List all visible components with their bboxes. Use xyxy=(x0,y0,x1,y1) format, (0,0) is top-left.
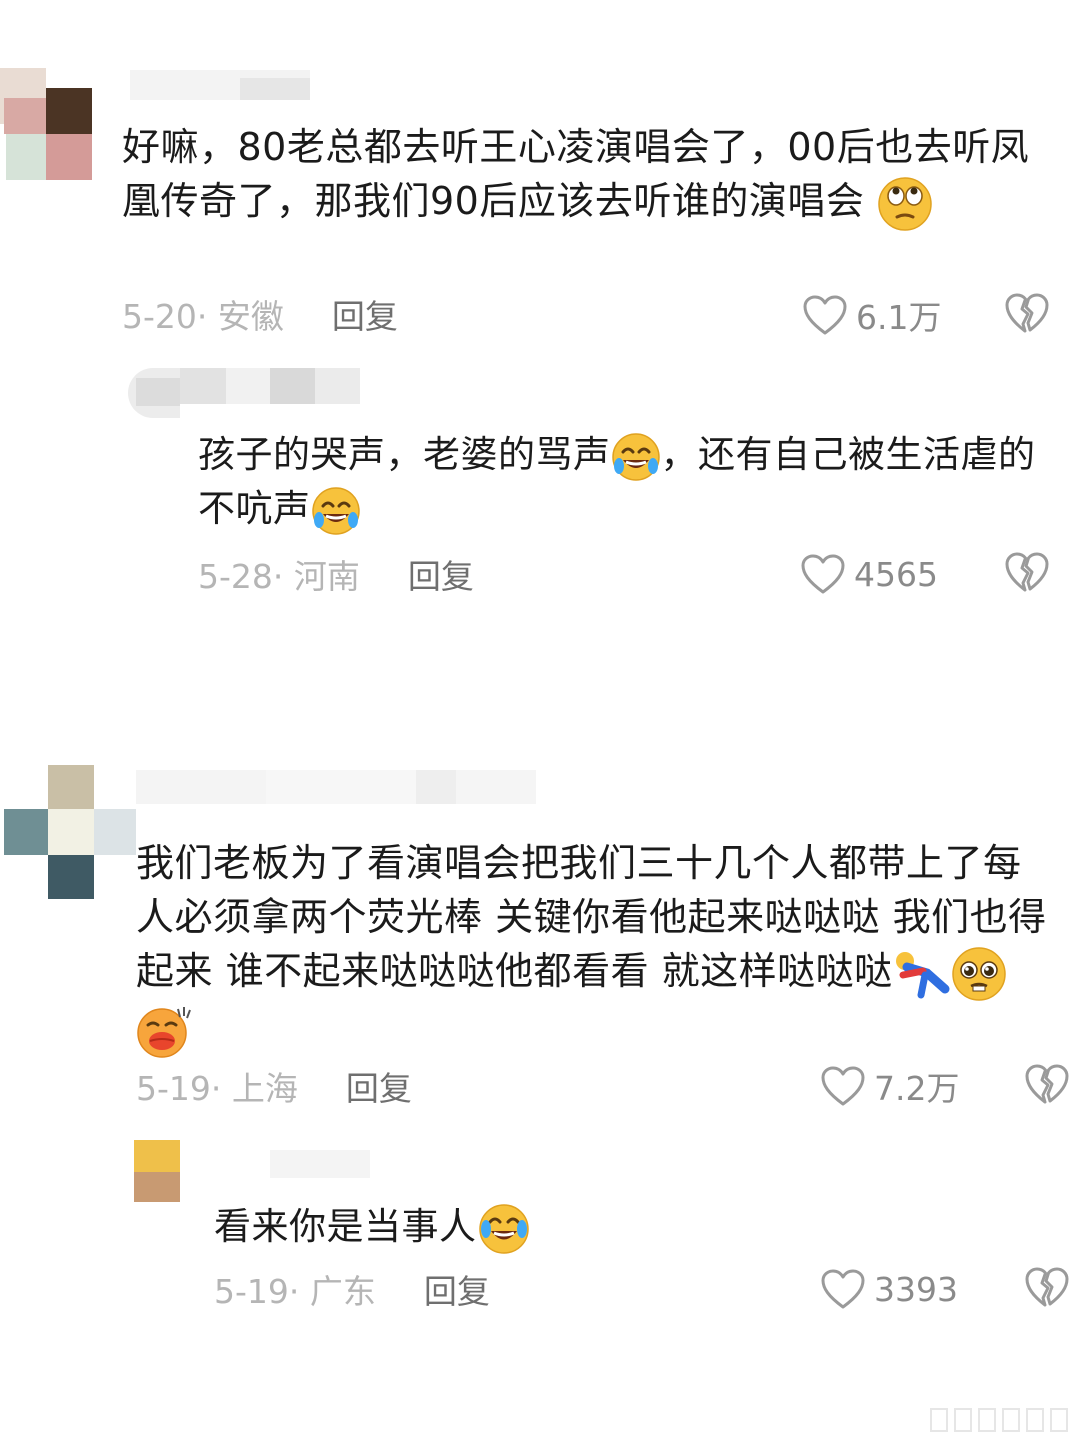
reply-button[interactable]: 回复 xyxy=(346,1062,412,1110)
dislike-button[interactable] xyxy=(1004,551,1050,597)
date-location: 5-28· 河南 xyxy=(198,557,360,596)
dislike-button[interactable] xyxy=(1004,292,1050,338)
comment-text: 好嘛，80老总都去听王心凌演唱会了，00后也去听凤凰传奇了，那我们90后应该去听… xyxy=(122,120,1032,232)
dislike-button[interactable] xyxy=(1024,1063,1070,1109)
like-count: 4565 xyxy=(854,554,938,594)
like-button[interactable]: 3393 xyxy=(820,1265,958,1313)
rofl-emoji xyxy=(311,486,361,536)
date-location: 5-19· 上海 xyxy=(136,1069,298,1108)
avatar[interactable] xyxy=(0,68,92,180)
like-count: 6.1万 xyxy=(856,298,942,337)
comment-meta: 5-28· 河南 回复 xyxy=(198,550,474,598)
date-location: 5-20· 安徽 xyxy=(122,297,284,336)
crying-laughing-emoji xyxy=(477,1202,531,1256)
avatar[interactable] xyxy=(134,1140,180,1202)
rofl-emoji xyxy=(611,432,661,482)
comment-text: 孩子的哭声，老婆的骂声 ，还有自己被生活虐的不吭声 xyxy=(198,428,1058,536)
broken-heart-icon xyxy=(1025,1267,1069,1307)
like-count: 3393 xyxy=(874,1269,958,1309)
dislike-button[interactable] xyxy=(1024,1266,1070,1312)
comment-meta: 5-20· 安徽 回复 xyxy=(122,290,398,338)
username-redacted[interactable] xyxy=(130,70,310,100)
reply-button[interactable]: 回复 xyxy=(332,290,398,338)
like-button[interactable]: 6.1万 xyxy=(802,291,941,339)
kiss-emoji xyxy=(136,1003,192,1059)
comment-text: 看来你是当事人 xyxy=(214,1200,1034,1256)
reply-button[interactable]: 回复 xyxy=(424,1265,490,1313)
username-redacted[interactable] xyxy=(270,1150,370,1178)
heart-icon xyxy=(803,295,847,335)
watermark xyxy=(930,1408,1070,1432)
eye-roll-emoji xyxy=(877,176,933,232)
comment-text: 我们老板为了看演唱会把我们三十几个人都带上了每人必须拿两个荧光棒 关键你看他起来… xyxy=(136,836,1056,1059)
dancing-figure-emoji xyxy=(893,949,951,999)
broken-heart-icon xyxy=(1025,1064,1069,1104)
broken-heart-icon xyxy=(1005,552,1049,592)
username-redacted[interactable] xyxy=(136,770,536,804)
like-button[interactable]: 4565 xyxy=(800,550,938,598)
pleading-emoji xyxy=(951,946,1007,1002)
avatar[interactable] xyxy=(128,368,180,418)
heart-icon xyxy=(821,1269,865,1309)
heart-icon xyxy=(801,554,845,594)
heart-icon xyxy=(821,1066,865,1106)
date-location: 5-19· 广东 xyxy=(214,1272,376,1311)
reply-button[interactable]: 回复 xyxy=(408,550,474,598)
comment-meta: 5-19· 广东 回复 xyxy=(214,1265,490,1313)
username-redacted[interactable] xyxy=(180,368,360,404)
comment-meta: 5-19· 上海 回复 xyxy=(136,1062,412,1110)
broken-heart-icon xyxy=(1005,293,1049,333)
avatar[interactable] xyxy=(4,765,136,899)
like-button[interactable]: 7.2万 xyxy=(820,1062,959,1110)
like-count: 7.2万 xyxy=(874,1069,960,1108)
